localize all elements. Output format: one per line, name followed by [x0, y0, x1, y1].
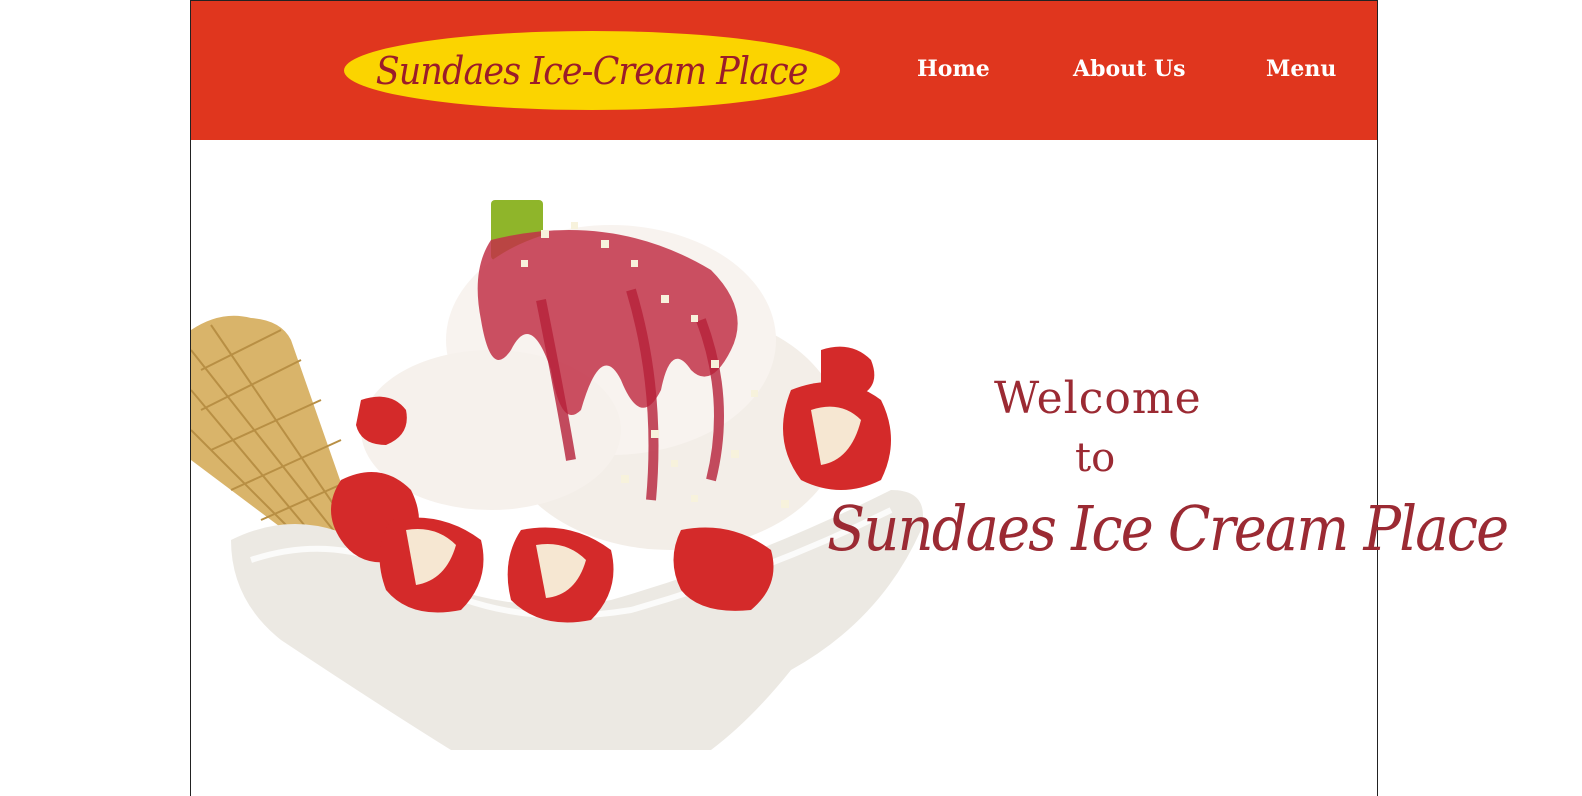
hero-section: Welcome to Sundaes Ice Cream Place	[191, 140, 1509, 796]
nav-about-us-link[interactable]: About Us	[1073, 56, 1186, 82]
sundae-image	[191, 200, 923, 750]
welcome-to-text: to	[1075, 435, 1116, 481]
brand-title: Sundaes Ice Cream Place	[827, 492, 1509, 565]
page-frame: Sundaes Ice-Cream Place Home About Us Me…	[190, 0, 1509, 796]
logo[interactable]: Sundaes Ice-Cream Place	[344, 31, 840, 110]
logo-text: Sundaes Ice-Cream Place	[376, 48, 809, 93]
site-header: Sundaes Ice-Cream Place Home About Us Me…	[191, 0, 1377, 140]
nav-menu-link[interactable]: Menu	[1266, 56, 1336, 82]
welcome-heading: Welcome	[994, 373, 1202, 424]
nav-home-link[interactable]: Home	[917, 56, 990, 82]
